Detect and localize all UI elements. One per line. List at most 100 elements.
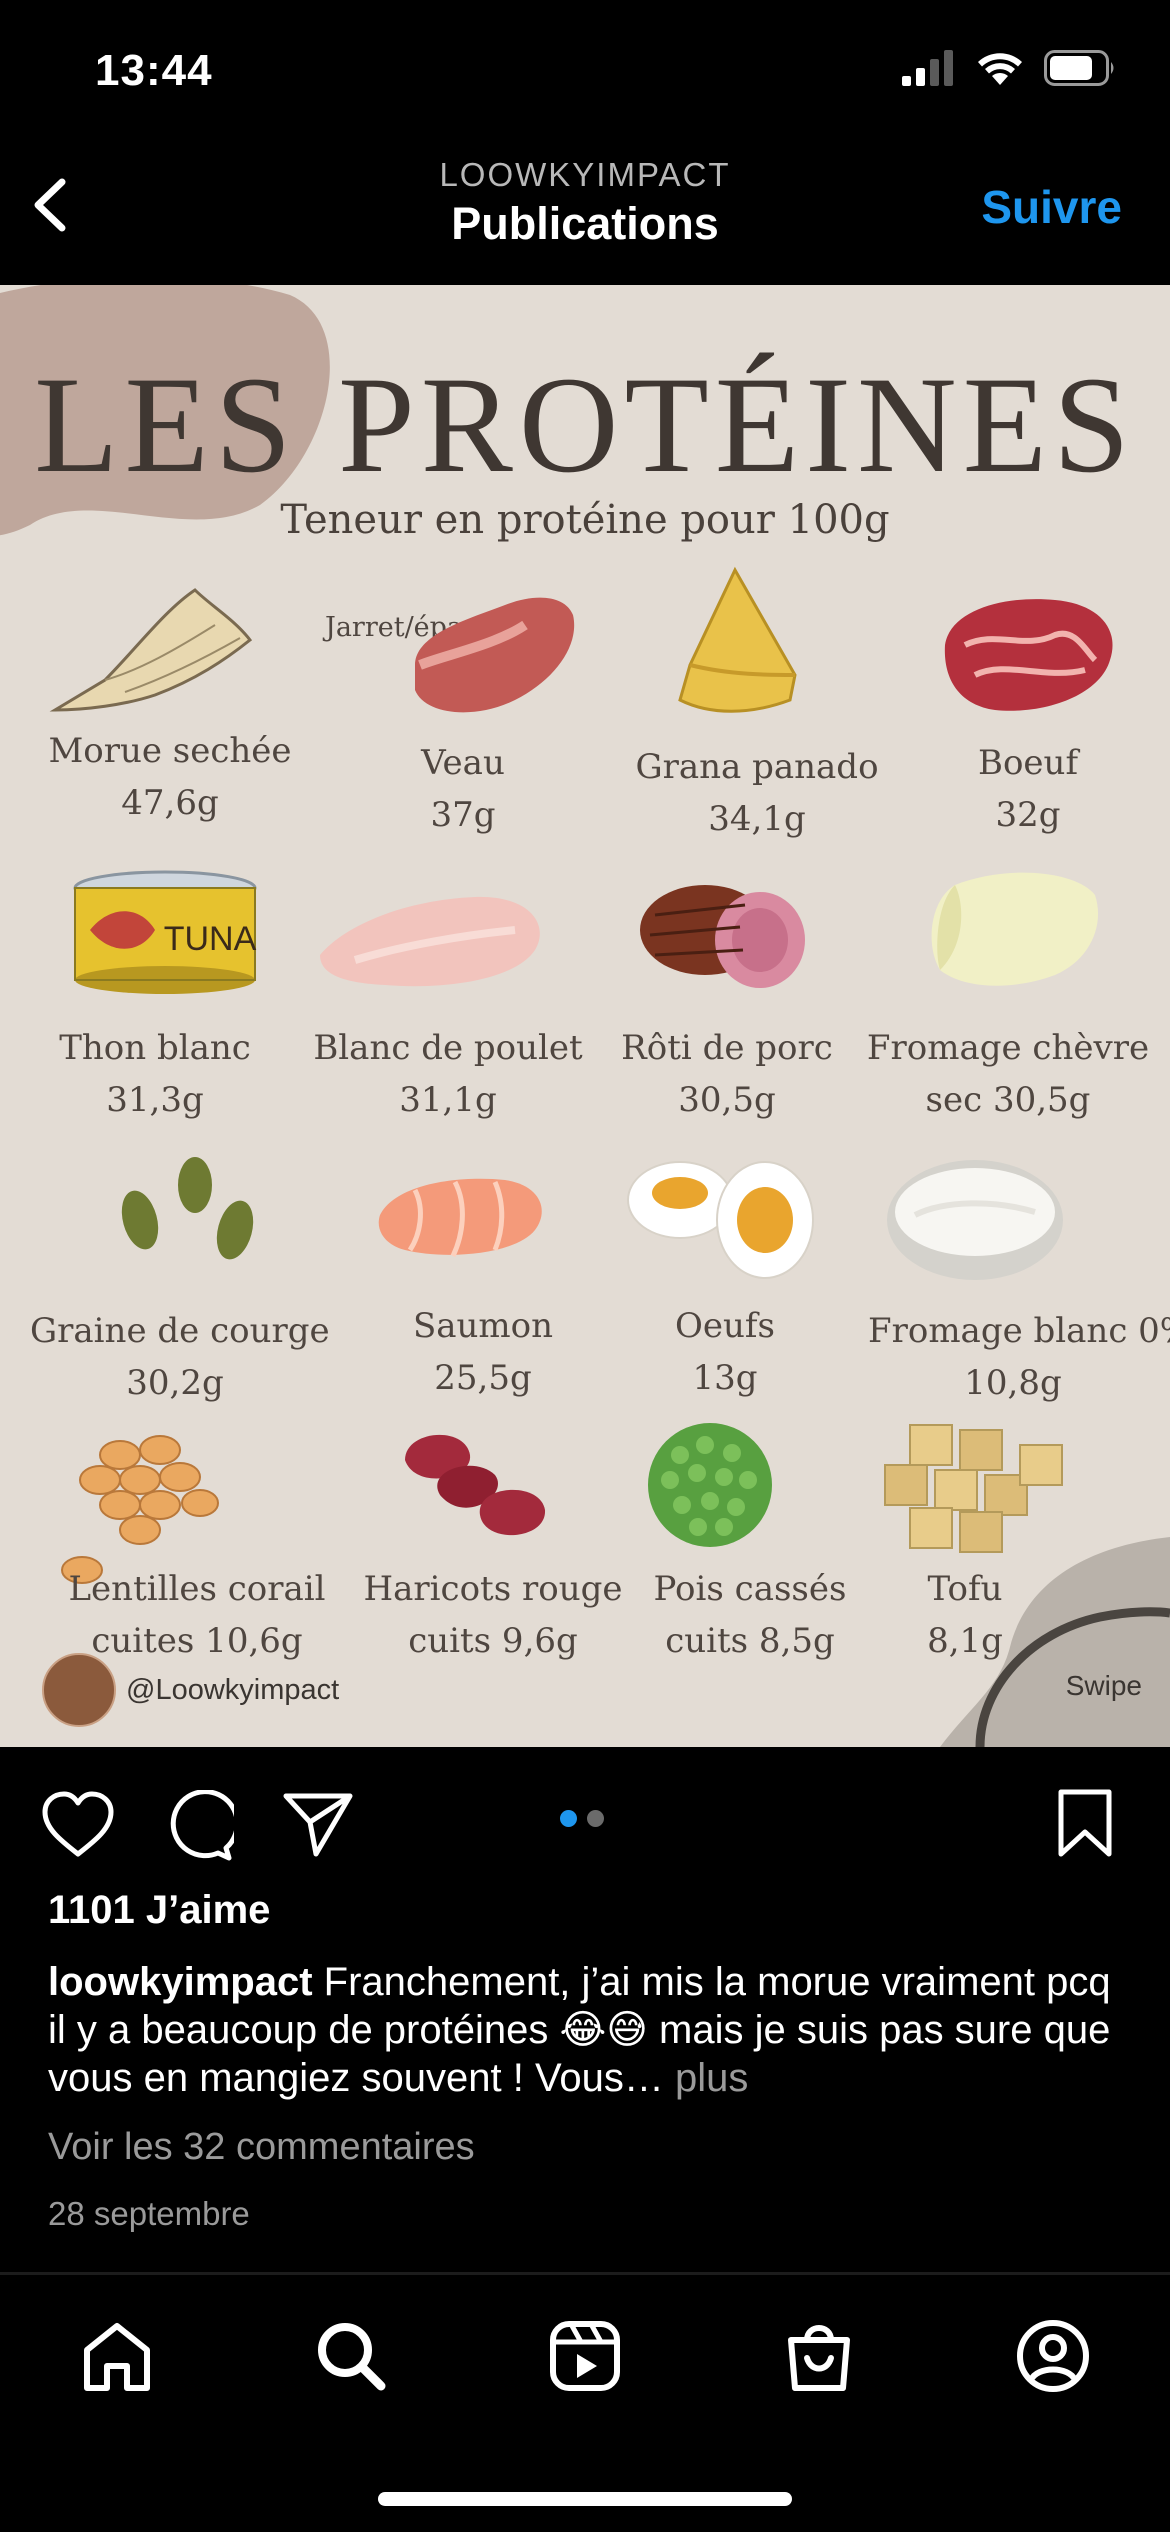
cheese-illustration — [678, 566, 797, 713]
food-protein: 31,1g — [399, 1080, 497, 1120]
tuna-can-illustration: TUNA — [73, 870, 257, 994]
food-item-grana: Grana panado 34,1g — [612, 741, 902, 845]
food-protein: cuits 9,6g — [408, 1621, 578, 1661]
food-protein: 34,1g — [708, 799, 806, 839]
home-indicator[interactable] — [378, 2492, 792, 2506]
tofu-illustration — [884, 1424, 1063, 1553]
food-protein: 32g — [995, 795, 1061, 835]
caption-more-link[interactable]: plus — [675, 2056, 748, 2100]
tab-bar — [0, 2290, 1170, 2420]
wifi-icon — [978, 53, 1022, 85]
food-protein: 30,5g — [678, 1080, 776, 1120]
food-name: Grana panado — [635, 747, 879, 787]
food-name: Rôti de porc — [621, 1028, 833, 1068]
shop-icon — [788, 2325, 850, 2391]
food-item-haricots: Haricots rouge cuits 9,6g — [348, 1563, 638, 1667]
eggs-illustration — [627, 1161, 814, 1279]
dried-cod-illustration — [49, 588, 253, 712]
food-item-boeuf: Boeuf 32g — [883, 737, 1170, 841]
status-bar: 13:44 — [0, 0, 1170, 140]
tab-shop[interactable] — [781, 2318, 857, 2394]
tab-home[interactable] — [79, 2318, 155, 2394]
food-protein: 37g — [430, 795, 496, 835]
author-tag: @Loowkyimpact — [42, 1653, 339, 1727]
post-subtitle: Teneur en protéine pour 100g — [280, 497, 890, 543]
beef-illustration — [944, 599, 1113, 711]
food-item-morue: Morue sechée 47,6g — [25, 725, 315, 829]
food-item-fromage-blanc: Fromage blanc 0% 10,8g — [868, 1305, 1170, 1409]
reels-icon — [550, 2321, 620, 2391]
battery-icon — [1044, 50, 1114, 86]
goat-cheese-illustration — [931, 872, 1099, 986]
split-peas-illustration — [648, 1423, 772, 1547]
food-item-oeufs: Oeufs 13g — [580, 1300, 870, 1404]
carousel-indicator — [560, 1810, 604, 1827]
carousel-dot — [587, 1810, 604, 1827]
tuna-label: TUNA — [164, 920, 257, 958]
food-name: Haricots rouge — [363, 1569, 623, 1609]
food-item-veau: Veau 37g — [318, 737, 608, 841]
food-item-porc: Rôti de porc 30,5g — [582, 1022, 872, 1126]
like-button[interactable] — [40, 1790, 116, 1865]
red-lentils-illustration — [61, 1435, 219, 1584]
food-protein: 30,2g — [126, 1363, 224, 1403]
food-item-courge: Graine de courge 30,2g — [30, 1305, 330, 1409]
food-item-chevre: Fromage chèvre sec 30,5g — [863, 1022, 1153, 1126]
food-name: Boeuf — [977, 743, 1079, 783]
food-protein: 8,1g — [927, 1621, 1003, 1661]
search-icon — [318, 2323, 386, 2391]
food-protein: 31,3g — [106, 1080, 204, 1120]
food-name: Fromage blanc 0% — [868, 1311, 1170, 1351]
food-name: Thon blanc — [59, 1028, 251, 1068]
food-protein: 10,8g — [964, 1363, 1062, 1403]
food-protein: 13g — [692, 1358, 758, 1398]
roast-pork-illustration — [640, 885, 805, 988]
food-name: Fromage chèvre — [866, 1028, 1150, 1068]
swipe-label: Swipe — [1065, 1670, 1142, 1701]
comment-button[interactable] — [162, 1789, 240, 1867]
food-protein: sec 30,5g — [925, 1080, 1091, 1120]
bookmark-icon — [1058, 1789, 1112, 1857]
post-caption: loowkyimpact Franchement, j’ai mis la mo… — [48, 1958, 1128, 2102]
status-time: 13:44 — [95, 46, 213, 95]
author-handle: @Loowkyimpact — [126, 1673, 340, 1706]
food-name: Morue sechée — [48, 731, 292, 771]
follow-button[interactable]: Suivre — [981, 180, 1122, 234]
food-item-lentilles: Lentilles corail cuites 10,6g — [52, 1563, 342, 1667]
cellular-signal-icon — [902, 50, 953, 86]
food-name: Blanc de poulet — [313, 1028, 583, 1068]
food-item-thon: Thon blanc 31,3g — [10, 1022, 300, 1126]
save-button[interactable] — [1055, 1788, 1115, 1865]
nav-bar: LOOWKYIMPACT Publications Suivre — [0, 140, 1170, 275]
food-name: Graine de courge — [30, 1311, 330, 1351]
tab-bar-divider — [0, 2272, 1170, 2275]
author-avatar — [42, 1653, 116, 1727]
tab-search[interactable] — [313, 2318, 389, 2394]
food-item-poulet: Blanc de poulet 31,1g — [303, 1022, 593, 1126]
post-title: LES PROTÉINES — [34, 348, 1136, 501]
food-name: Veau — [421, 743, 505, 783]
tab-profile[interactable] — [1015, 2318, 1091, 2394]
post-image[interactable]: LES PROTÉINES Teneur en protéine pour 10… — [0, 285, 1170, 1747]
view-comments-link[interactable]: Voir les 32 commentaires — [48, 2126, 475, 2169]
send-icon — [283, 1793, 353, 1857]
home-icon — [84, 2323, 150, 2391]
chicken-breast-illustration — [320, 896, 540, 987]
like-count[interactable]: 1101 J’aime — [48, 1888, 270, 1933]
post-date: 28 septembre — [48, 2195, 250, 2232]
salmon-illustration — [378, 1178, 542, 1258]
profile-icon — [1017, 2320, 1089, 2392]
heart-icon — [42, 1791, 114, 1857]
share-button[interactable] — [282, 1790, 354, 1865]
caption-username[interactable]: loowkyimpact — [48, 1960, 313, 2004]
pumpkin-seeds-illustration — [121, 1157, 254, 1260]
food-name: Lentilles corail — [68, 1569, 326, 1609]
carousel-dot-active — [560, 1810, 577, 1827]
food-item-tofu: Tofu 8,1g — [820, 1563, 1110, 1667]
tab-reels[interactable] — [547, 2318, 623, 2394]
food-name: Oeufs — [675, 1306, 775, 1346]
status-icons — [902, 50, 1118, 86]
food-protein: 47,6g — [121, 783, 219, 823]
red-beans-illustration — [405, 1434, 546, 1536]
fromage-blanc-illustration — [887, 1160, 1063, 1280]
